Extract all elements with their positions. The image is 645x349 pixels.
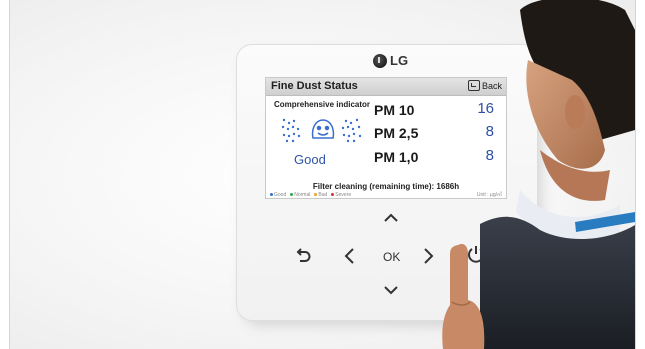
screen-header: Fine Dust Status Back [266, 78, 506, 96]
display-screen: Fine Dust Status Back Comprehensive indi… [265, 77, 507, 199]
ok-button[interactable]: OK [383, 251, 400, 263]
legend-item-bad: Bad [314, 192, 327, 198]
pm1-label: PM 1,0 [374, 149, 419, 165]
pm10-label: PM 10 [374, 102, 415, 118]
legend: Good Normal Bad Severe Unit : μg/㎥ [270, 191, 502, 198]
right-arrow-icon[interactable] [423, 247, 435, 265]
legend-item-normal: Normal [290, 192, 310, 198]
back-icon [467, 80, 480, 91]
pointing-hand [442, 244, 485, 349]
dust-dots-right [341, 118, 362, 143]
photo-scene: LG Fine Dust Status Back Comprehensive i… [10, 0, 635, 349]
left-arrow-icon[interactable] [343, 247, 355, 265]
filter-cleaning-text: Filter cleaning (remaining time): 1686h [312, 182, 460, 191]
status-label: Good [294, 152, 326, 167]
down-arrow-icon[interactable] [383, 285, 399, 295]
air-quality-indicator-graphic [281, 118, 362, 143]
person-photo [480, 0, 635, 349]
brand-logo: LG [373, 53, 408, 68]
ear [565, 95, 585, 129]
smile-face-icon [311, 119, 335, 139]
pm25-label: PM 2,5 [374, 125, 419, 141]
up-arrow-icon[interactable] [383, 213, 399, 223]
screen-title: Fine Dust Status [271, 80, 358, 92]
legend-item-severe: Severe [331, 192, 351, 198]
frame-border-right [635, 0, 636, 349]
brand-name: LG [390, 53, 409, 68]
return-arrow-icon[interactable] [295, 248, 311, 264]
lg-logo-icon [373, 53, 387, 68]
suit-jacket [480, 216, 635, 349]
legend-item-good: Good [270, 192, 286, 198]
dust-dots-left [281, 118, 301, 143]
comprehensive-indicator-label: Comprehensive indicator [274, 100, 371, 109]
